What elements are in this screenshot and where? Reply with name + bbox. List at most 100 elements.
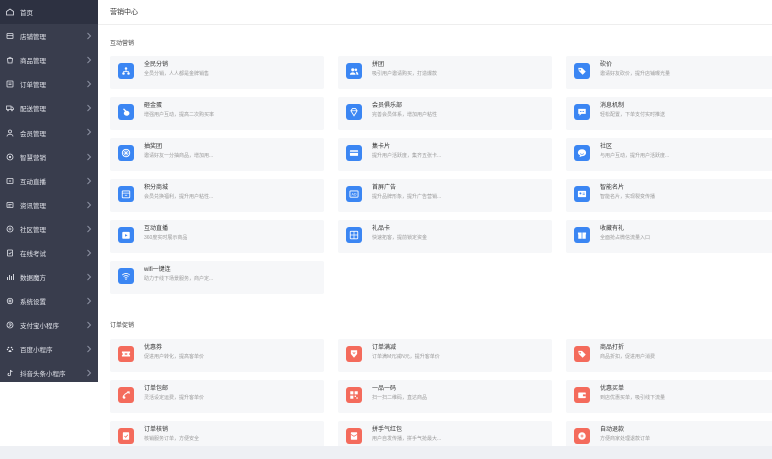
main-panel: 营销中心 互动营销全民分销 全员分销，人人都是金牌销售 拼团 吸引用户邀请购买，打造爆… <box>98 0 772 459</box>
sidebar-item-label: 支付宝小程序 <box>20 323 59 331</box>
chevron-right-icon <box>86 345 92 353</box>
order-icon <box>5 79 15 89</box>
feature-card-title: 互动直播 <box>144 226 169 232</box>
sidebar-item[interactable]: 支付宝小程序 <box>0 313 98 337</box>
sidebar-item[interactable]: 智慧营销 <box>0 145 98 169</box>
feature-card[interactable]: 消息机制轻松配置，下单支付实时推送 <box>566 97 772 130</box>
business-card-icon <box>574 186 590 202</box>
feature-card-title: 消息机制 <box>600 103 625 109</box>
feature-card[interactable]: 砸金蛋增强用户互动，提高二次购买率 <box>110 97 324 130</box>
feature-card[interactable]: 积分商城会员兑换福利，提升用户粘性... <box>110 179 324 212</box>
sidebar-item[interactable]: 首页 <box>0 0 98 25</box>
group-buy-icon <box>346 63 362 79</box>
section-title: 互动营销 <box>110 41 135 47</box>
feature-card[interactable]: 订单满减 订单满M元减N元，提升客单价 <box>338 339 552 372</box>
golden-egg-icon <box>118 104 134 120</box>
feature-card[interactable]: 拼团 吸引用户邀请购买，打造爆款 <box>338 56 552 89</box>
feature-card[interactable]: 优惠买单 到店优惠买单，吸引线下流量 <box>566 380 772 413</box>
pay-bill-icon <box>574 387 590 403</box>
feature-card-description: 快速拓客，提前锁定资金 <box>372 235 428 241</box>
full-reduce-icon <box>346 346 362 362</box>
page-header: 营销中心 <box>98 0 772 25</box>
sidebar-item[interactable]: 订单管理 <box>0 72 98 96</box>
feature-card[interactable]: 智能名片 智能名片，实现裂变传播 <box>566 179 772 212</box>
sidebar-item[interactable]: 社区管理 <box>0 217 98 241</box>
feature-card-description: 轻松配置，下单支付实时推送 <box>600 112 666 118</box>
feature-card-description: 灵活设定运费，提升客单价 <box>144 395 205 401</box>
feature-card[interactable]: 集卡片 提升用户活跃度，集齐五张卡... <box>338 138 552 171</box>
feature-card-title: 砍价 <box>600 62 613 68</box>
feature-card[interactable]: 互动直播 360度实时展示商品 <box>110 220 324 253</box>
sidebar-item[interactable]: 配送管理 <box>0 96 98 120</box>
discount-icon <box>574 346 590 362</box>
goods-icon <box>5 55 15 65</box>
chevron-right-icon <box>86 153 92 161</box>
feature-card-description: 扫一扫二维码，直达商品 <box>372 395 428 401</box>
feature-card-description: 助力于线下场景服务，商户定... <box>144 276 214 282</box>
feature-card-title: 智能名片 <box>600 185 625 191</box>
feature-card[interactable]: 订单包邮 灵活设定运费，提升客单价 <box>110 380 324 413</box>
feature-card[interactable]: 砍价邀请好友砍价，提升店铺曝光量 <box>566 56 772 89</box>
member-icon <box>5 128 15 138</box>
distribution-icon <box>118 63 134 79</box>
feature-card-description: 全面抢占微信流量入口 <box>600 235 651 241</box>
feature-card-description: 到店优惠买单，吸引线下流量 <box>600 395 666 401</box>
feature-card[interactable]: 会员俱乐部 完善会员体系，增加用户粘性 <box>338 97 552 130</box>
feature-card-description: 增强用户互动，提高二次购买率 <box>144 112 215 118</box>
sidebar-item[interactable]: 商品管理 <box>0 48 98 72</box>
sidebar-item-label: 订单管理 <box>20 82 46 90</box>
sidebar-item-label: 社区管理 <box>20 226 46 234</box>
feature-card-description: 提升品牌形象，提升广告营销... <box>372 194 442 200</box>
sidebar-item[interactable]: 百度小程序 <box>0 337 98 361</box>
red-packet-icon <box>346 428 362 444</box>
feature-card-title: 积分商城 <box>144 185 169 191</box>
sidebar-item-label: 百度小程序 <box>20 347 53 355</box>
sidebar-item[interactable]: 资讯管理 <box>0 193 98 217</box>
live-stream-icon <box>118 227 134 243</box>
data-icon <box>5 272 15 282</box>
bottom-bar <box>0 446 772 459</box>
sidebar-item[interactable]: 在线考试 <box>0 241 98 265</box>
chevron-right-icon <box>86 80 92 88</box>
feature-card-title: wifi一键连 <box>144 267 171 273</box>
gift-card-icon <box>346 227 362 243</box>
sidebar-item-label: 抖音头条小程序 <box>20 371 66 379</box>
feature-card[interactable]: 社区 与用户互动，提升用户活跃度... <box>566 138 772 171</box>
feature-card[interactable]: 优惠券 促进用户转化，提高客单价 <box>110 339 324 372</box>
chevron-right-icon <box>86 369 92 377</box>
feature-card[interactable]: 抽奖团 邀请好友一分抽商品，增加用... <box>110 138 324 171</box>
chevron-right-icon <box>86 56 92 64</box>
feature-card-description: 核销服务订单，方便安全 <box>144 436 200 442</box>
feature-card-description: 商品折扣，促进用户消费 <box>600 354 656 360</box>
wifi-icon <box>118 268 134 284</box>
feature-card[interactable]: 收藏有礼 全面抢占微信流量入口 <box>566 220 772 253</box>
feature-card-description: 用户自发传播，拼手气抢最大... <box>372 436 442 442</box>
qrcode-icon <box>346 387 362 403</box>
feature-card[interactable]: AD 首屏广告 提升品牌形象，提升广告营销... <box>338 179 552 212</box>
sidebar-item-label: 会员管理 <box>20 130 46 138</box>
diamond-icon <box>346 104 362 120</box>
sidebar-item[interactable]: 会员管理 <box>0 120 98 144</box>
sidebar-item[interactable]: 店铺管理 <box>0 24 98 48</box>
feature-card[interactable]: 商品打折 商品折扣，促进用户消费 <box>566 339 772 372</box>
sidebar-item[interactable]: 互动直播 <box>0 169 98 193</box>
feature-card[interactable]: 全民分销 全员分销，人人都是金牌销售 <box>110 56 324 89</box>
feature-card-title: 拼团 <box>372 62 385 68</box>
sidebar-item-label: 数据魔方 <box>20 275 46 283</box>
sidebar-item-label: 资讯管理 <box>20 202 46 210</box>
sidebar-item[interactable]: 数据魔方 <box>0 265 98 289</box>
feature-card-title: 抽奖团 <box>144 144 163 150</box>
feature-card[interactable]: 一品一码扫一扫二维码，直达商品 <box>338 380 552 413</box>
bargain-icon <box>574 63 590 79</box>
feature-card-title: 一品一码 <box>372 386 397 392</box>
coupon-icon <box>118 346 134 362</box>
feature-card-title: 砸金蛋 <box>144 103 163 109</box>
sidebar-item-label: 在线考试 <box>20 250 46 258</box>
feature-card[interactable]: wifi一键连助力于线下场景服务，商户定... <box>110 261 324 294</box>
sidebar-item[interactable]: 系统设置 <box>0 289 98 313</box>
feature-card[interactable]: 礼品卡 快速拓客，提前锁定资金 <box>338 220 552 253</box>
douyin-icon <box>5 368 15 378</box>
feature-card-description: 会员兑换福利，提升用户粘性... <box>144 194 214 200</box>
feature-card-description: 邀请好友砍价，提升店铺曝光量 <box>600 71 671 77</box>
feature-card-description: 完善会员体系，增加用户粘性 <box>372 112 438 118</box>
